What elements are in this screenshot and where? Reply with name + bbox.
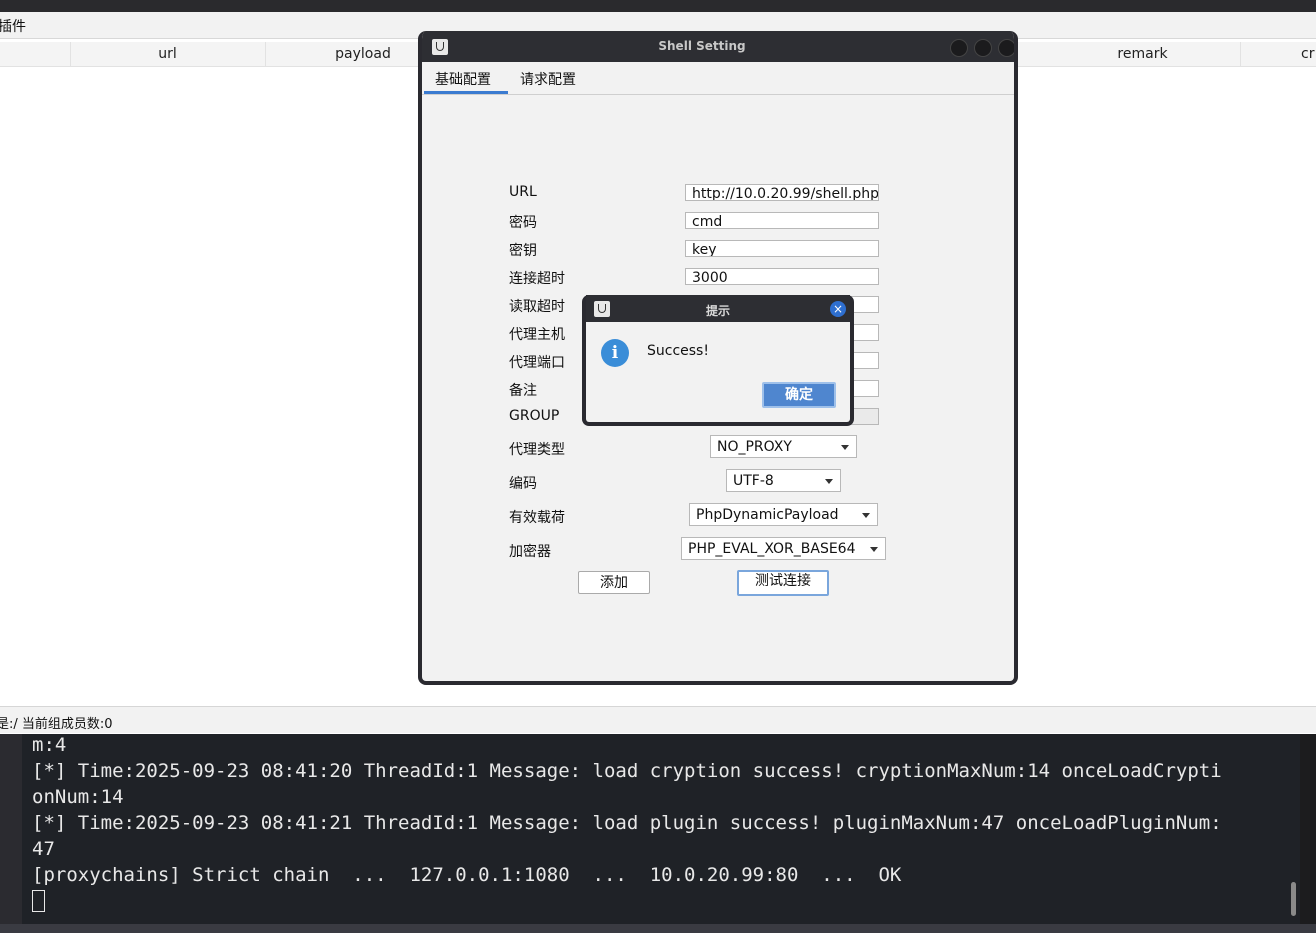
cryption-select[interactable]: PHP_EVAL_XOR_BASE64 (681, 537, 886, 560)
terminal-window[interactable]: m:4 [*] Time:2025-09-23 08:41:20 ThreadI… (22, 734, 1300, 924)
close-button[interactable] (998, 39, 1014, 57)
top-title-bar (0, 0, 1316, 12)
password-input[interactable]: cmd (685, 212, 879, 229)
tab-request-config[interactable]: 请求配置 (520, 69, 576, 89)
maximize-button[interactable] (974, 39, 992, 57)
status-text: 是:/ 当前组成员数:0 (0, 717, 113, 732)
tab-basic-config[interactable]: 基础配置 (435, 69, 491, 89)
tab-bar: 基础配置 请求配置 (422, 62, 1014, 95)
label-url: URL (509, 184, 537, 200)
success-dialog: 提示 × i Success! 确定 (582, 295, 854, 426)
url-input[interactable]: http://10.0.20.99/shell.php (685, 184, 879, 201)
window-title: Shell Setting (658, 39, 746, 53)
desktop-background-bottom (0, 924, 1316, 933)
payload-value: PhpDynamicPayload (696, 507, 839, 523)
terminal-line: [proxychains] Strict chain ... 127.0.0.1… (32, 864, 902, 886)
info-icon: i (601, 339, 629, 367)
terminal-line: m:4 (32, 734, 67, 756)
label-read-timeout: 读取超时 (509, 299, 565, 315)
label-encoding: 编码 (509, 476, 537, 492)
minimize-button[interactable] (950, 39, 968, 57)
dialog-title: 提示 (705, 304, 730, 318)
encoding-select[interactable]: UTF-8 (726, 469, 841, 492)
terminal-line: onNum:14 (32, 786, 124, 808)
chevron-down-icon (841, 445, 849, 450)
add-button[interactable]: 添加 (578, 571, 650, 594)
chevron-down-icon (870, 547, 878, 552)
payload-select[interactable]: PhpDynamicPayload (689, 503, 878, 526)
label-connect-timeout: 连接超时 (509, 271, 565, 287)
test-connection-button[interactable]: 测试连接 (737, 570, 829, 596)
connect-timeout-input[interactable]: 3000 (685, 268, 879, 285)
table-header-remark[interactable]: remark (1045, 42, 1241, 66)
close-icon[interactable]: × (830, 301, 846, 317)
proxy-type-value: NO_PROXY (717, 439, 792, 455)
chevron-down-icon (825, 479, 833, 484)
active-tab-indicator (424, 91, 508, 94)
terminal-line: [*] Time:2025-09-23 08:41:21 ThreadId:1 … (32, 812, 1222, 834)
chevron-down-icon (862, 513, 870, 518)
desktop-background (0, 734, 22, 933)
label-group: GROUP (509, 408, 560, 424)
label-password: 密码 (509, 215, 537, 231)
proxy-type-select[interactable]: NO_PROXY (710, 435, 857, 458)
status-bar: 是:/ 当前组成员数:0 (0, 706, 1316, 733)
label-proxy-host: 代理主机 (509, 327, 565, 343)
label-key: 密钥 (509, 243, 537, 259)
cryption-value: PHP_EVAL_XOR_BASE64 (688, 541, 856, 557)
key-input[interactable]: key (685, 240, 879, 257)
terminal-scrollbar[interactable] (1291, 882, 1296, 916)
shell-setting-titlebar[interactable]: Shell Setting (422, 31, 1014, 62)
encoding-value: UTF-8 (733, 473, 774, 489)
label-proxy-type: 代理类型 (509, 442, 565, 458)
terminal-cursor (32, 890, 45, 912)
label-payload: 有效载荷 (509, 510, 565, 526)
label-proxy-port: 代理端口 (509, 355, 565, 371)
terminal-line: 47 (32, 838, 55, 860)
label-remark: 备注 (509, 383, 537, 399)
dialog-titlebar[interactable]: 提示 × (586, 295, 850, 322)
label-cryption: 加密器 (509, 544, 551, 560)
dialog-message: Success! (647, 343, 709, 359)
ok-button[interactable]: 确定 (762, 382, 836, 408)
terminal-line: [*] Time:2025-09-23 08:41:20 ThreadId:1 … (32, 760, 1222, 782)
menu-item-plugin[interactable]: 插件 (0, 16, 26, 36)
table-header-url[interactable]: url (70, 42, 266, 66)
table-header-cr[interactable]: cr (1240, 42, 1316, 66)
table-header-blank[interactable] (0, 42, 71, 66)
